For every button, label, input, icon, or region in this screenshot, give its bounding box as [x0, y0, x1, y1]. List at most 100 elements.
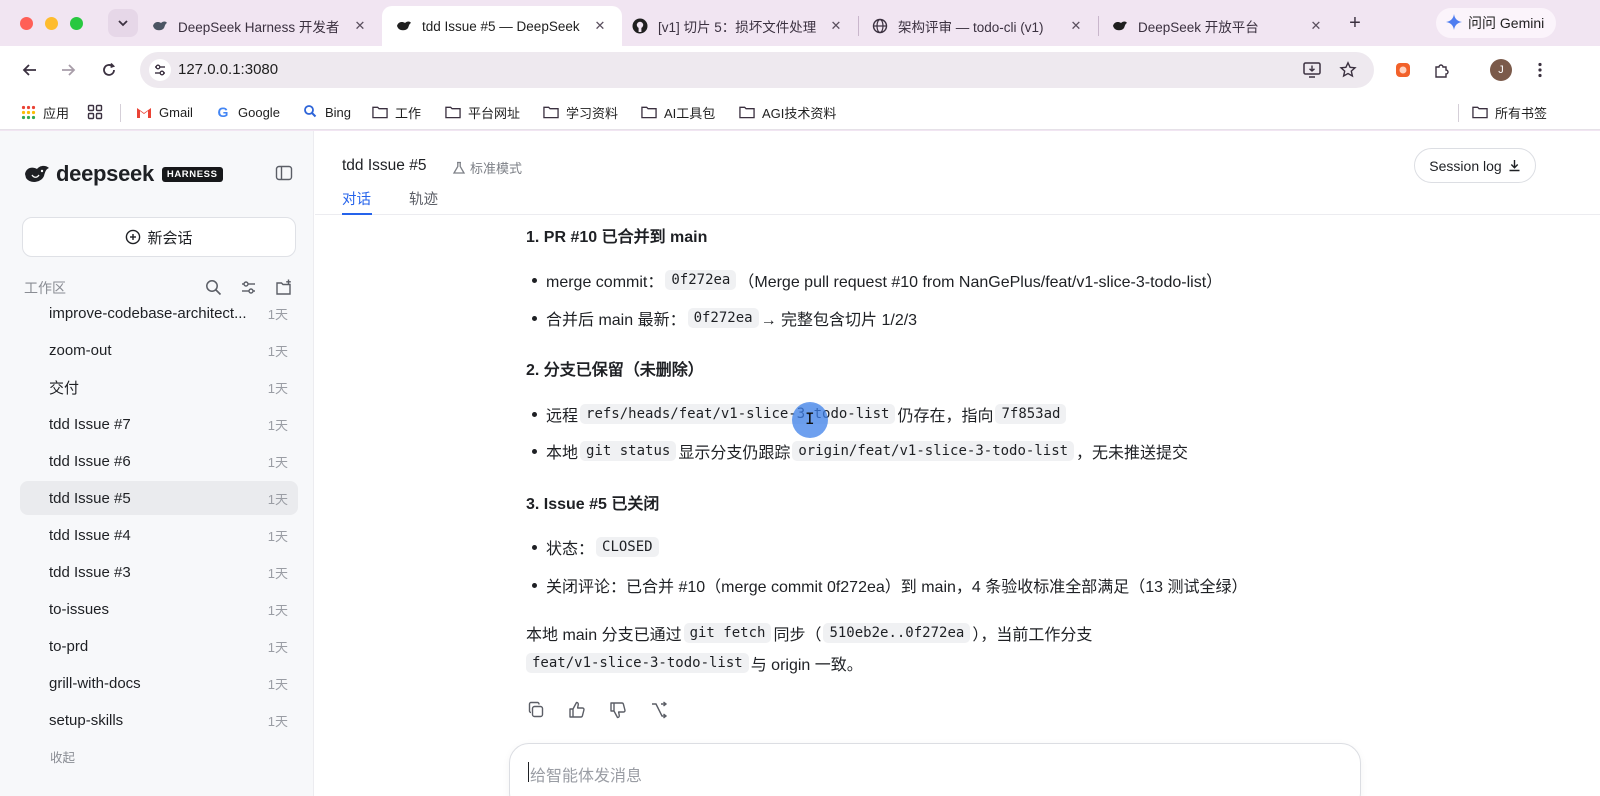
session-item[interactable]: tdd Issue #3 1天 — [20, 555, 298, 589]
address-bar[interactable]: 127.0.0.1:3080 — [140, 52, 1374, 88]
session-list: improve-codebase-architect... 1天 zoom-ou… — [20, 299, 300, 769]
brand-logo[interactable]: deepseek HARNESS — [24, 161, 223, 187]
extension-app-icon[interactable] — [1391, 58, 1415, 82]
mode-indicator[interactable]: 标准模式 — [452, 158, 522, 177]
window-close-button[interactable] — [20, 17, 33, 30]
text: 关闭评论：已合并 #10（merge commit 0f272ea）到 main… — [546, 579, 1248, 596]
inline-code: feat/v1-slice-3-todo-list — [526, 653, 749, 673]
bookmark-google[interactable]: G Google — [215, 102, 280, 122]
extensions-puzzle-icon[interactable] — [1430, 58, 1454, 82]
text: 仍存在，指向 — [897, 408, 994, 425]
session-item[interactable]: 交付 1天 — [20, 370, 298, 404]
tab-close-icon[interactable]: ✕ — [592, 18, 608, 34]
inline-code: CLOSED — [596, 537, 659, 557]
session-item[interactable]: to-issues 1天 — [20, 592, 298, 626]
session-item[interactable]: setup-skills 1天 — [20, 703, 298, 737]
section-heading: 1. PR #10 已合并到 main — [526, 229, 708, 246]
browser-tab[interactable]: DeepSeek 开放平台 ✕ — [1098, 6, 1338, 46]
browser-tab[interactable]: 架构评审 — todo-cli (v1) ✕ — [858, 6, 1098, 46]
inline-code: 7f853ad — [995, 404, 1067, 424]
thumbs-up-icon[interactable] — [567, 700, 587, 720]
bookmark-gmail[interactable]: Gmail — [136, 102, 193, 122]
message-composer[interactable]: 给智能体发消息 — [509, 743, 1361, 796]
app-root: deepseek HARNESS 新会话 工作区 improve-codebas… — [0, 131, 1600, 796]
search-icon[interactable] — [204, 278, 222, 296]
text: 本地 — [546, 445, 579, 462]
session-header: tdd Issue #5 标准模式 Session log 对话 轨迹 — [315, 131, 1600, 215]
browser-tab-strip: DeepSeek Harness 开发者 ✕ tdd Issue #5 — De… — [0, 0, 1600, 46]
browser-tab[interactable]: [v1] 切片 5：损坏文件处理 ✕ — [618, 6, 858, 46]
forward-button[interactable] — [56, 58, 80, 82]
session-item[interactable]: to-prd 1天 — [20, 629, 298, 663]
thumbs-down-icon[interactable] — [608, 700, 628, 720]
sidebar-toggle-button[interactable] — [274, 163, 294, 183]
url-text[interactable]: 127.0.0.1:3080 — [178, 61, 278, 78]
window-zoom-button[interactable] — [70, 17, 83, 30]
install-app-icon[interactable] — [1302, 60, 1322, 80]
bookmark-star-icon[interactable] — [1338, 60, 1358, 80]
text: → 完整包含切片 1/2/3 — [760, 312, 918, 329]
text: ，无未推送提交 — [1076, 445, 1189, 462]
browser-toolbar: 127.0.0.1:3080 J — [0, 46, 1600, 94]
session-item[interactable]: grill-with-docs 1天 — [20, 666, 298, 700]
inline-code: 0f272ea — [665, 270, 737, 290]
new-tab-button[interactable]: + — [1344, 12, 1366, 35]
session-item[interactable]: tdd Issue #7 1天 — [20, 407, 298, 441]
profile-avatar[interactable]: J — [1490, 59, 1512, 81]
bookmark-folder[interactable]: 平台网址 — [445, 102, 520, 122]
bookmark-folder[interactable]: 工作 — [372, 102, 421, 122]
session-item[interactable]: tdd Issue #4 1天 — [20, 518, 298, 552]
branch-icon[interactable] — [649, 700, 669, 720]
session-item[interactable]: zoom-out 1天 — [20, 333, 298, 367]
ask-gemini-button[interactable]: 问问 Gemini — [1436, 8, 1557, 38]
bookmark-folder[interactable]: AGI技术资料 — [739, 102, 836, 122]
tab-title: DeepSeek 开放平台 — [1138, 20, 1259, 35]
bookmark-bing[interactable]: Bing — [302, 102, 351, 122]
flask-icon — [452, 161, 466, 175]
bullet — [532, 448, 537, 454]
session-item[interactable]: tdd Issue #6 1天 — [20, 444, 298, 478]
list-item: 合并后 main 最新： 0f272ea → 完整包含切片 1/2/3 — [532, 306, 917, 330]
tab-title: DeepSeek Harness 开发者 — [178, 20, 340, 35]
inline-code: refs/heads/feat/v1-slice-3-todo-list — [580, 404, 896, 424]
tab-close-icon[interactable]: ✕ — [1068, 18, 1084, 34]
window-minimize-button[interactable] — [45, 17, 58, 30]
session-item-active[interactable]: tdd Issue #5 1天 — [20, 481, 298, 515]
browser-menu-icon[interactable] — [1528, 58, 1552, 82]
copy-icon[interactable] — [526, 700, 546, 720]
bookmark-tab-groups[interactable] — [87, 102, 110, 122]
new-workspace-icon[interactable] — [274, 278, 292, 296]
site-info-icon[interactable] — [149, 59, 171, 81]
composer-input[interactable]: 给智能体发消息 — [530, 762, 642, 786]
inline-code: git status — [580, 441, 677, 461]
google-icon: G — [217, 104, 229, 120]
reload-button[interactable] — [97, 58, 121, 82]
tab-close-icon[interactable]: ✕ — [1308, 18, 1324, 34]
tab-search-button[interactable] — [108, 9, 138, 37]
bookmark-folder[interactable]: AI工具包 — [641, 102, 715, 122]
bookmark-separator — [120, 104, 121, 122]
folder-icon — [372, 104, 388, 120]
new-chat-button[interactable]: 新会话 — [22, 217, 296, 257]
bookmark-apps[interactable]: 应用 — [20, 102, 69, 122]
bookmark-all[interactable]: 所有书签 — [1472, 102, 1547, 122]
folder-icon — [543, 104, 559, 120]
browser-tab[interactable]: DeepSeek Harness 开发者 ✕ — [138, 6, 382, 46]
tab-conversation[interactable]: 对话 — [342, 188, 371, 209]
session-name: setup-skills — [49, 711, 124, 729]
tab-close-icon[interactable]: ✕ — [828, 18, 844, 34]
session-time: 1天 — [267, 565, 288, 581]
bookmark-folder[interactable]: 学习资料 — [543, 102, 618, 122]
filter-icon[interactable] — [239, 278, 257, 296]
text: ），当前工作分支 — [972, 627, 1093, 644]
browser-tab-active[interactable]: tdd Issue #5 — DeepSeek ✕ — [382, 6, 622, 46]
collapse-sessions-link[interactable]: 收起 — [50, 747, 75, 766]
session-log-button[interactable]: Session log — [1414, 148, 1536, 183]
session-item[interactable]: improve-codebase-architect... 1天 — [20, 299, 298, 330]
tab-trajectory[interactable]: 轨迹 — [409, 188, 438, 209]
tab-close-icon[interactable]: ✕ — [352, 18, 368, 34]
chevron-down-icon — [118, 20, 128, 27]
back-button[interactable] — [18, 58, 42, 82]
bookmark-label: Gmail — [159, 104, 193, 120]
gemini-sparkle-icon — [1446, 13, 1462, 33]
